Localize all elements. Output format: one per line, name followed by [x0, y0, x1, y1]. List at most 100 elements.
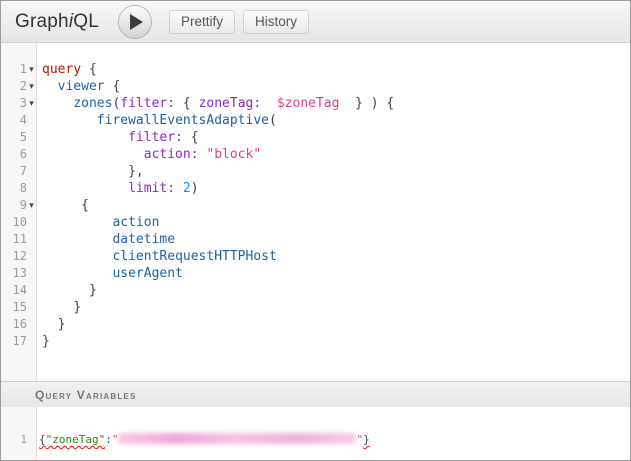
- line-number: 1: [1, 61, 27, 78]
- code-line[interactable]: action: "block": [42, 146, 630, 163]
- line-number: 13: [1, 265, 27, 282]
- line-number: 6: [1, 146, 27, 163]
- variables-editor[interactable]: 1 {"zoneTag":""}: [1, 407, 630, 460]
- execute-query-button[interactable]: [118, 5, 152, 39]
- code-line[interactable]: query {: [42, 61, 630, 78]
- fold-spacer: [27, 163, 36, 180]
- redacted-value: [118, 433, 356, 444]
- code-line[interactable]: },: [42, 163, 630, 180]
- code-token: [42, 300, 73, 315]
- gutter-line: 3▾: [1, 95, 36, 112]
- code-token: {: [183, 96, 191, 111]
- code-token: [42, 79, 58, 94]
- code-token: filter:: [120, 96, 175, 111]
- code-token: [42, 147, 144, 162]
- query-variables-title-bar[interactable]: Query Variables: [1, 381, 630, 407]
- code-token: query: [42, 62, 81, 77]
- code-token: firewallEventsAdaptive: [97, 113, 269, 128]
- line-number: 4: [1, 112, 27, 129]
- code-token: },: [128, 164, 144, 179]
- code-token: [42, 113, 97, 128]
- query-editor[interactable]: 1▾2▾3▾456789▾1011121314151617 query { vi…: [1, 43, 630, 381]
- gutter-line: 16: [1, 316, 36, 333]
- code-line[interactable]: {"zoneTag":""}: [39, 432, 630, 447]
- code-line[interactable]: }: [42, 282, 630, 299]
- code-line[interactable]: viewer {: [42, 78, 630, 95]
- code-token: } ) {: [355, 96, 394, 111]
- line-number: 1: [1, 432, 27, 447]
- history-button[interactable]: History: [243, 10, 309, 34]
- code-token: }: [58, 317, 66, 332]
- code-token: [191, 96, 199, 111]
- code-line[interactable]: }: [42, 333, 630, 350]
- gutter-line: 4: [1, 112, 36, 129]
- code-token: {: [81, 198, 89, 213]
- code-line[interactable]: filter: {: [42, 129, 630, 146]
- code-token: [42, 249, 112, 264]
- code-token: zones: [73, 96, 112, 111]
- code-token: [183, 130, 191, 145]
- query-editor-code[interactable]: query { viewer { zones(filter: { zoneTag…: [37, 43, 630, 381]
- code-token: ): [191, 181, 199, 196]
- code-token: datetime: [112, 232, 175, 247]
- fold-spacer: [27, 231, 36, 248]
- line-number: 9: [1, 197, 27, 214]
- code-token: {: [191, 130, 199, 145]
- code-line[interactable]: firewallEventsAdaptive(: [42, 112, 630, 129]
- code-token: [42, 181, 128, 196]
- fold-arrow-icon[interactable]: ▾: [27, 78, 36, 95]
- line-number: 10: [1, 214, 27, 231]
- line-number: 16: [1, 316, 27, 333]
- code-line[interactable]: }: [42, 316, 630, 333]
- code-token: filter:: [128, 130, 183, 145]
- code-line[interactable]: datetime: [42, 231, 630, 248]
- fold-spacer: [27, 333, 36, 350]
- fold-arrow-icon[interactable]: ▾: [27, 95, 36, 112]
- code-token: [42, 164, 128, 179]
- code-line[interactable]: action: [42, 214, 630, 231]
- code-token: [42, 317, 58, 332]
- code-token: }: [363, 433, 370, 446]
- gutter-line: 7: [1, 163, 36, 180]
- code-line[interactable]: {: [42, 197, 630, 214]
- gutter-line: 1▾: [1, 61, 36, 78]
- code-token: limit:: [128, 181, 175, 196]
- fold-arrow-icon[interactable]: ▾: [27, 197, 36, 214]
- fold-arrow-icon[interactable]: ▾: [27, 61, 36, 78]
- code-token: action:: [144, 147, 199, 162]
- app-logo: GraphiQL: [15, 11, 99, 33]
- code-token: }: [89, 283, 97, 298]
- prettify-button[interactable]: Prettify: [169, 10, 235, 34]
- code-token: [261, 96, 277, 111]
- fold-spacer: [27, 316, 36, 333]
- gutter-line: 5: [1, 129, 36, 146]
- code-token: action: [112, 215, 159, 230]
- code-token: :: [105, 433, 112, 446]
- query-variables-title: Query Variables: [35, 388, 137, 402]
- code-line[interactable]: userAgent: [42, 265, 630, 282]
- code-token: {: [81, 62, 97, 77]
- variables-editor-code[interactable]: {"zoneTag":""}: [37, 407, 630, 460]
- line-number: 5: [1, 129, 27, 146]
- code-line[interactable]: }: [42, 299, 630, 316]
- gutter-line: 1: [1, 432, 36, 447]
- code-token: zoneTag:: [199, 96, 262, 111]
- line-number: 3: [1, 95, 27, 112]
- code-token: [42, 283, 89, 298]
- line-number: 7: [1, 163, 27, 180]
- fold-spacer: [27, 282, 36, 299]
- code-token: "zoneTag": [46, 433, 106, 446]
- code-line[interactable]: zones(filter: { zoneTag: $zoneTag } ) {: [42, 95, 630, 112]
- gutter-line: 17: [1, 333, 36, 350]
- fold-spacer: [27, 146, 36, 163]
- code-token: clientRequestHTTPHost: [112, 249, 276, 264]
- code-line[interactable]: limit: 2): [42, 180, 630, 197]
- code-token: [42, 130, 128, 145]
- code-token: (: [269, 113, 277, 128]
- code-line[interactable]: clientRequestHTTPHost: [42, 248, 630, 265]
- gutter-line: 15: [1, 299, 36, 316]
- logo-text-graph: Graph: [15, 11, 69, 32]
- toolbar: GraphiQL Prettify History: [1, 1, 630, 43]
- code-token: {: [39, 433, 46, 446]
- code-token: {: [105, 79, 121, 94]
